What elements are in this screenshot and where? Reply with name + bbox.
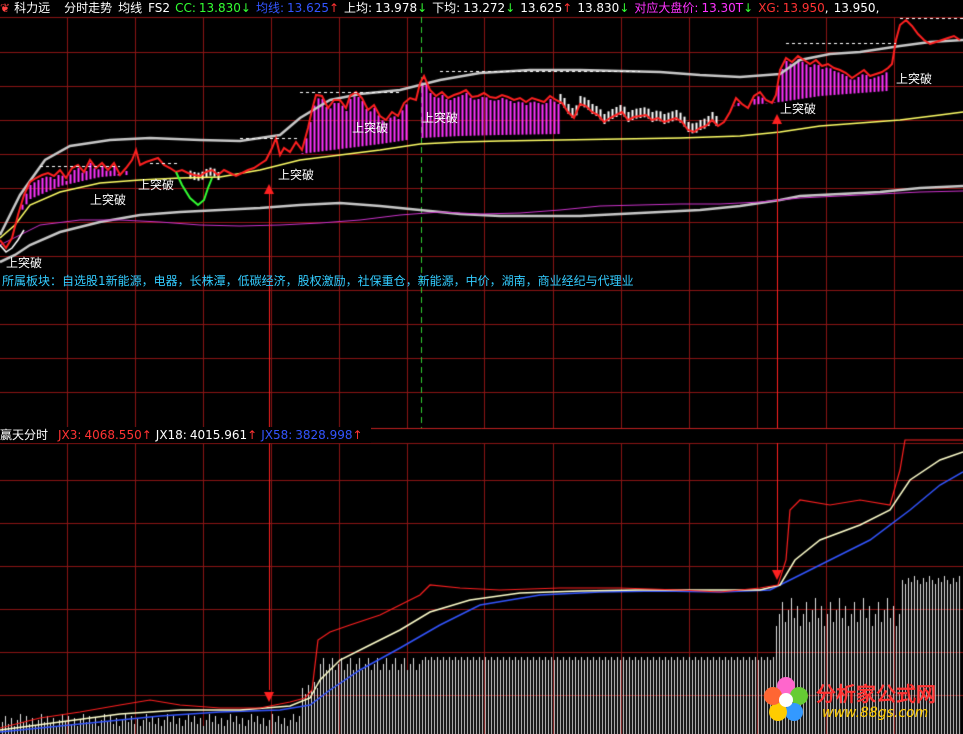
watermark-name: 分析家公式网 xyxy=(816,682,936,706)
value-6-arrow: ↓ xyxy=(619,1,630,15)
flower-logo-icon xyxy=(764,677,808,721)
index-arrow: ↓ xyxy=(743,1,754,15)
xg-label: XG: xyxy=(758,1,780,15)
breakout-label: 上突破 xyxy=(780,102,817,116)
jx18-value: 4015.961 xyxy=(189,428,248,442)
view-name[interactable]: 分时走势 xyxy=(64,1,112,15)
breakout-label: 上突破 xyxy=(278,168,315,182)
value-6: 13.830 xyxy=(577,1,620,15)
lower-arrow: ↓ xyxy=(505,1,516,15)
breakout-label: 上突破 xyxy=(90,193,127,207)
line-type[interactable]: 均线 xyxy=(118,1,142,15)
index-value: 13.30T xyxy=(701,1,744,15)
cc-value: 13.830 xyxy=(198,1,241,15)
avg-value: 13.625 xyxy=(286,1,329,15)
formula-name[interactable]: FS2 xyxy=(148,1,170,15)
lower-label: 下均: xyxy=(432,1,461,15)
avg-label: 均线: xyxy=(255,1,284,15)
intraday-chart-canvas[interactable] xyxy=(0,0,963,734)
price-panel-header: ❦ 科力远 分时走势 均线 FS2 CC: 13.830↓ 均线: 13.625↑ 上均: 13.9… xyxy=(0,1,880,15)
menu-icon[interactable]: ❦ xyxy=(0,1,10,15)
watermark-logo: 分析家公式网 www.88gs.com xyxy=(760,672,960,728)
indicator-title[interactable]: 赢天分时 xyxy=(0,428,48,442)
breakout-label: 上突破 xyxy=(896,72,933,86)
stock-name[interactable]: 科力远 xyxy=(14,1,50,15)
value-5: 13.625 xyxy=(520,1,563,15)
jx58-label: JX58: xyxy=(261,428,293,442)
watermark-url: www.88gs.com xyxy=(822,705,929,721)
jx3-value: 4068.550 xyxy=(84,428,142,442)
xg-extra: 13.950, xyxy=(833,1,880,15)
cc-arrow: ↓ xyxy=(240,1,251,15)
sector-info: 所属板块：自选股1新能源，电器，长株潭，低碳经济，股权激励，社保重仓，新能源，中… xyxy=(2,274,634,288)
avg-arrow: ↑ xyxy=(328,1,340,15)
jx18-label: JX18: xyxy=(155,428,187,442)
upper-value: 13.978 xyxy=(375,1,418,15)
cc-label: CC: xyxy=(175,1,196,15)
lower-value: 13.272 xyxy=(463,1,506,15)
value-5-arrow: ↑ xyxy=(562,1,573,15)
indicator-panel-header: 赢天分时 JX3: 4068.550↑ JX18: 4015.961↑ JX58: 3828… xyxy=(0,427,371,443)
xg-value: 13.950 xyxy=(782,1,825,15)
upper-arrow: ↓ xyxy=(417,1,428,15)
jx3-arrow: ↑ xyxy=(141,428,152,442)
jx58-arrow: ↑ xyxy=(352,428,363,442)
jx58-value: 3828.998 xyxy=(295,428,353,442)
jx3-label: JX3: xyxy=(58,428,82,442)
breakout-label: 上突破 xyxy=(352,121,389,135)
upper-label: 上均: xyxy=(344,1,373,15)
breakout-label: 上突破 xyxy=(422,111,459,125)
index-label: 对应大盘价: xyxy=(634,1,699,15)
breakout-label: 上突破 xyxy=(6,256,43,270)
jx18-arrow: ↑ xyxy=(247,428,258,442)
breakout-label: 上突破 xyxy=(138,178,175,192)
